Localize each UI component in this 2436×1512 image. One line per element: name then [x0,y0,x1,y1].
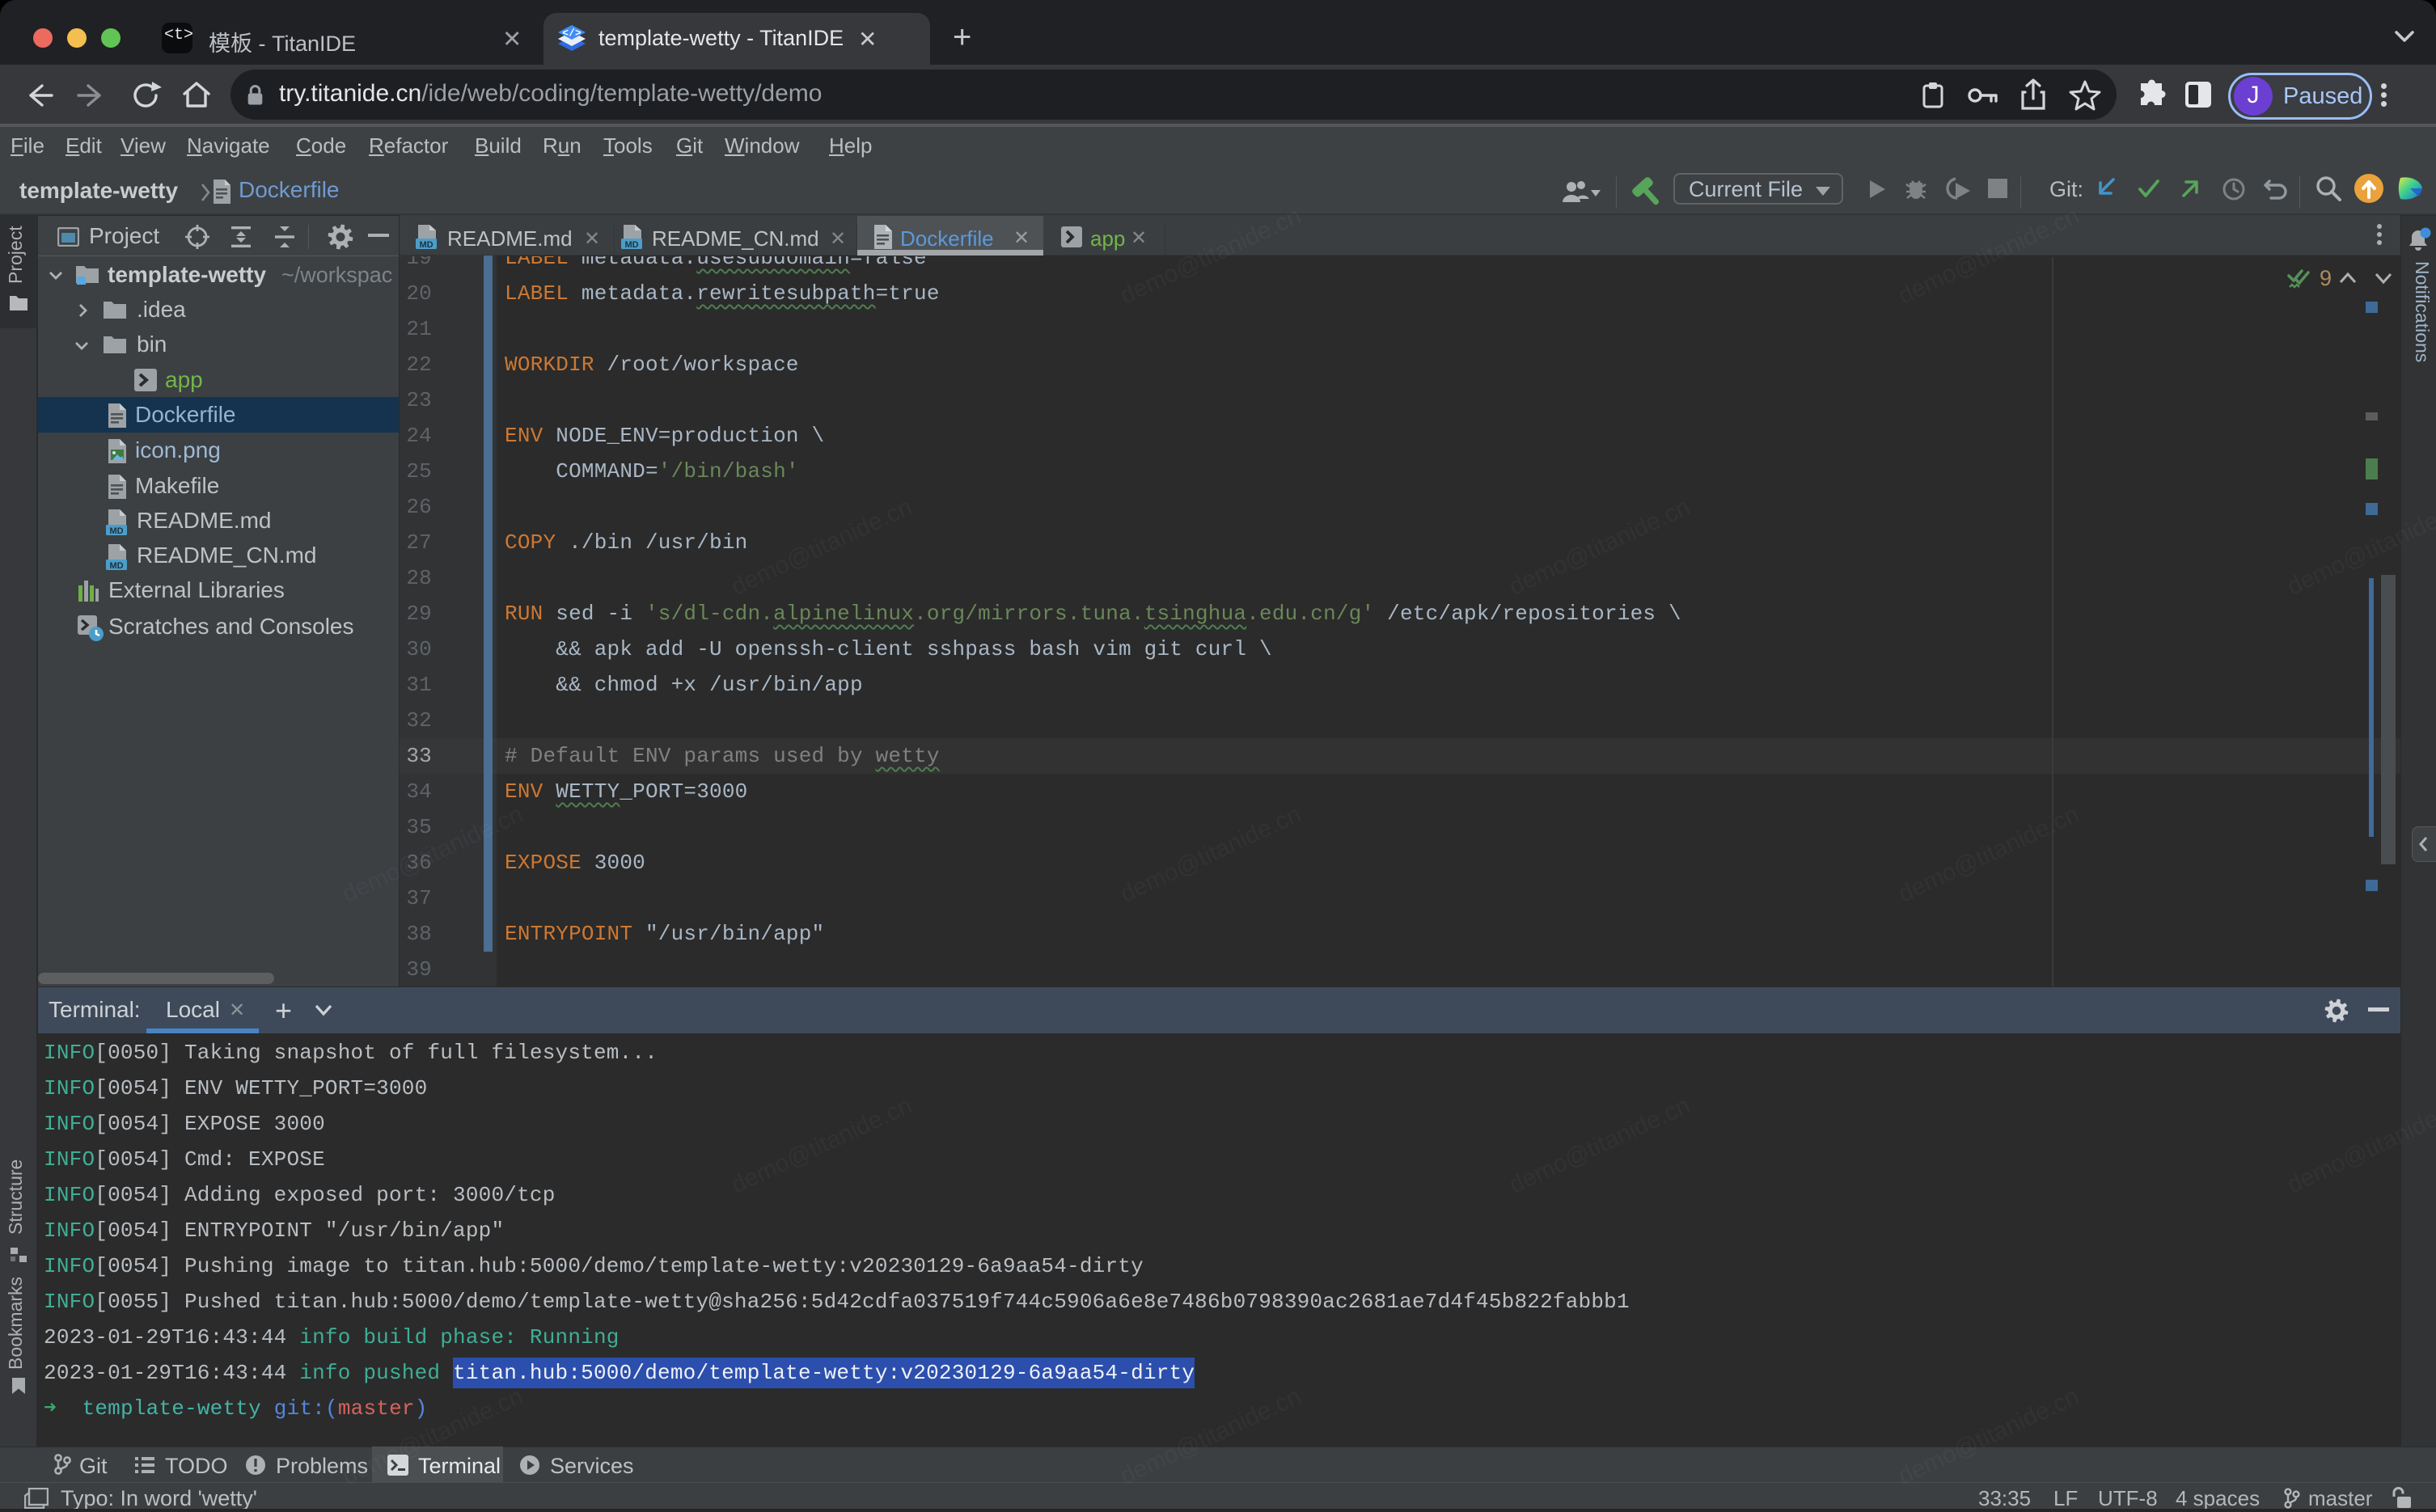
svg-text:MD: MD [624,240,638,250]
svg-text:</>: </> [562,27,582,40]
svg-text:MD: MD [419,240,433,250]
